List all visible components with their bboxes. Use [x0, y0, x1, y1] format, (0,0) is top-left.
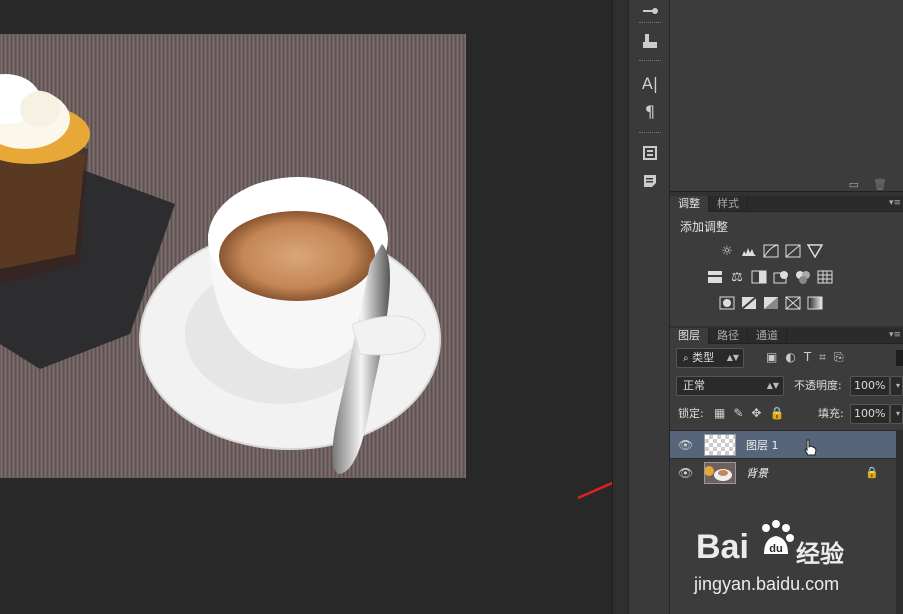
adjustments-tabbar: 调整 样式 ▾≡ — [670, 196, 903, 212]
filter-toggle[interactable] — [896, 350, 903, 366]
photo-image[interactable] — [0, 34, 466, 478]
threshold-icon[interactable] — [762, 294, 780, 312]
type-filter-icon[interactable]: T — [804, 350, 811, 365]
search-icon: ⌕ — [683, 353, 689, 364]
layers-tabbar: 图层 路径 通道 ▾≡ — [670, 328, 903, 344]
channel-mixer-icon[interactable] — [794, 268, 812, 286]
watermark-brand: Bai — [696, 528, 749, 566]
brightness-icon[interactable]: ☼ — [718, 242, 736, 260]
chevron-down-icon: ▲▼ — [766, 381, 779, 390]
layer-name: 背景 — [746, 467, 768, 480]
pixel-filter-icon[interactable]: ▣ — [766, 350, 777, 365]
panel-scrollbar[interactable] — [612, 0, 628, 614]
eye-icon[interactable]: 👁 — [678, 466, 693, 480]
gradient-map-icon[interactable] — [806, 294, 824, 312]
lock-label: 锁定: — [678, 407, 704, 420]
fill-label: 填充: — [818, 407, 844, 420]
layer-thumbnail — [704, 434, 736, 456]
tab-adjustments[interactable]: 调整 — [670, 196, 709, 212]
layer-name: 图层 1 — [746, 439, 779, 452]
exposure-icon[interactable] — [784, 242, 802, 260]
panel-menu-icon[interactable]: ▾≡ — [889, 196, 901, 210]
tab-styles[interactable]: 样式 — [709, 196, 748, 212]
posterize-icon[interactable] — [740, 294, 758, 312]
layers-scrollbar[interactable] — [896, 430, 903, 614]
panel-menu-icon[interactable]: ▾≡ — [889, 328, 901, 342]
eye-icon[interactable]: 👁 — [678, 438, 693, 452]
hue-saturation-icon[interactable] — [706, 268, 724, 286]
lock-all-icon[interactable]: 🔒 — [769, 406, 784, 420]
opacity-dropdown[interactable]: ▾ — [890, 376, 903, 396]
watermark-url: jingyan.baidu.com — [694, 574, 840, 594]
selective-color-icon[interactable] — [784, 294, 802, 312]
vibrance-icon[interactable] — [806, 242, 824, 260]
fill-field[interactable]: 100% — [850, 404, 890, 424]
lock-icon: 🔒 — [865, 466, 879, 479]
add-adjustment-title: 添加调整 — [680, 220, 729, 234]
lock-options: ▦ ✎ ✥ 🔒 — [714, 406, 784, 420]
dock-grip[interactable] — [639, 132, 661, 134]
fill-dropdown[interactable]: ▾ — [890, 404, 903, 424]
adjustments-panel: 调整 样式 ▾≡ 添加调整 ☼ ⚖ — [670, 196, 903, 326]
dock-grip[interactable] — [639, 60, 661, 62]
blend-mode-dropdown[interactable]: 正常 ▲▼ — [676, 376, 784, 396]
layer-thumbnail — [704, 462, 736, 484]
layer-row[interactable]: 👁 背景 🔒 — [670, 458, 897, 486]
filter-type-label: 类型 — [692, 351, 715, 364]
tab-channels[interactable]: 通道 — [748, 328, 787, 344]
invert-icon[interactable] — [718, 294, 736, 312]
svg-text:du: du — [769, 543, 782, 555]
opacity-label: 不透明度: — [794, 379, 842, 392]
layer-filter-dropdown[interactable]: ⌕ 类型 ▲▼ — [676, 348, 744, 368]
clone-source-icon[interactable] — [637, 30, 663, 52]
character-styles-icon[interactable] — [637, 142, 663, 164]
smart-object-filter-icon[interactable]: ⎘ — [834, 350, 844, 365]
adjustments-row-2: ⚖ — [706, 268, 834, 286]
brush-preset-icon[interactable] — [637, 0, 663, 22]
curves-icon[interactable] — [762, 242, 780, 260]
adjustments-row-1: ☼ — [718, 242, 824, 260]
levels-icon[interactable] — [740, 242, 758, 260]
adjustments-row-3 — [718, 294, 824, 312]
adjustment-filter-icon[interactable]: ◐ — [785, 350, 795, 365]
upper-panel: ▭ 🗑 — [670, 0, 903, 192]
paw-logo-icon: du — [762, 520, 794, 555]
watermark: Bai du 经验 jingyan.baidu.com — [688, 518, 888, 598]
chevron-down-icon: ▲▼ — [726, 353, 739, 362]
color-balance-icon[interactable]: ⚖ — [728, 268, 746, 286]
character-icon[interactable]: A| — [637, 72, 663, 94]
lock-pixels-icon[interactable]: ✎ — [733, 406, 743, 420]
document-canvas[interactable] — [0, 0, 670, 614]
tab-paths[interactable]: 路径 — [709, 328, 748, 344]
color-lookup-icon[interactable] — [816, 268, 834, 286]
chevron-down-icon: ▾ — [895, 381, 900, 390]
lock-transparent-icon[interactable]: ▦ — [714, 406, 725, 420]
photo-filter-icon[interactable] — [772, 268, 790, 286]
layer-filter-icons: ▣ ◐ T ⌗ ⎘ — [766, 350, 844, 365]
dock-grip[interactable] — [639, 22, 661, 24]
paragraph-styles-icon[interactable] — [637, 170, 663, 192]
paragraph-icon[interactable]: ¶ — [637, 100, 663, 122]
new-item-icon[interactable]: ▭ — [849, 178, 859, 191]
trash-icon[interactable]: 🗑 — [873, 178, 887, 191]
coffee-cupcake-photo — [0, 34, 466, 478]
tab-layers[interactable]: 图层 — [670, 328, 709, 344]
shape-filter-icon[interactable]: ⌗ — [819, 350, 826, 365]
opacity-field[interactable]: 100% — [850, 376, 890, 396]
chevron-down-icon: ▾ — [895, 409, 900, 418]
panel-dock-toolbar: A| ¶ — [628, 0, 670, 614]
blend-mode-value: 正常 — [683, 379, 705, 392]
lock-position-icon[interactable]: ✥ — [751, 406, 761, 420]
black-white-icon[interactable] — [750, 268, 768, 286]
watermark-suffix: 经验 — [796, 540, 844, 568]
hand-cursor-icon — [804, 439, 817, 456]
layer-row[interactable]: 👁 图层 1 — [670, 430, 897, 458]
